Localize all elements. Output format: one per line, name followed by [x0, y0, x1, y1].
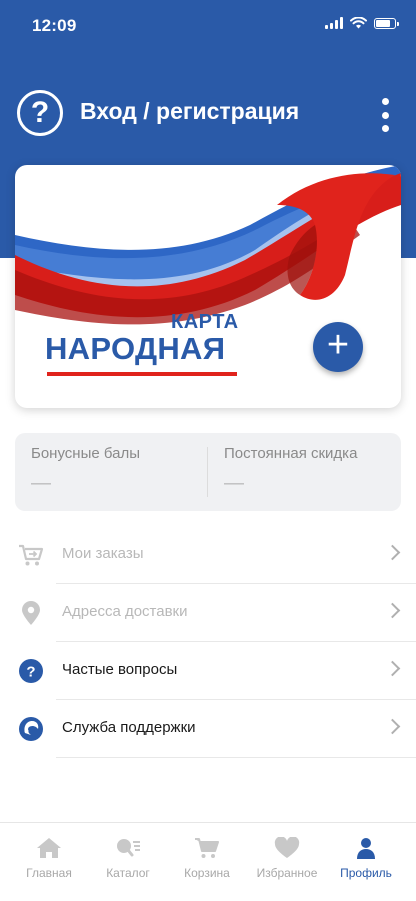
svg-text:?: ?: [26, 664, 35, 681]
profile-menu: Мои заказы Адресса доставки ? Частые воп…: [0, 526, 416, 758]
menu-item-support[interactable]: Служба поддержки: [0, 700, 416, 758]
question-icon: ?: [19, 659, 43, 683]
menu-item-label: Служба поддержки: [62, 719, 196, 736]
tab-home[interactable]: Главная: [9, 837, 89, 880]
ribbon-graphic: [15, 165, 401, 325]
chevron-right-icon: [384, 660, 401, 677]
status-bar: 12:09: [0, 0, 416, 50]
tab-label: Профиль: [340, 866, 392, 880]
catalog-search-icon: [117, 839, 140, 857]
heart-icon: [274, 836, 300, 858]
menu-divider: [56, 757, 416, 758]
bonus-points: Бонусные балы —: [31, 445, 140, 495]
menu-item-label: Адресса доставки: [62, 603, 188, 620]
cart-arrow-icon: [19, 544, 44, 566]
discount: Постоянная скидка —: [224, 445, 357, 495]
bonus-points-value: —: [31, 472, 51, 494]
chevron-right-icon: [384, 718, 401, 735]
tab-favorites[interactable]: Избранное: [247, 836, 327, 880]
cart-icon: [195, 838, 219, 858]
tab-cart[interactable]: Корзина: [167, 837, 247, 880]
chevron-right-icon: [384, 602, 401, 619]
more-menu-icon[interactable]: [378, 98, 392, 132]
page-title[interactable]: Вход / регистрация: [80, 98, 299, 125]
bottom-tab-bar: Главная Каталог Корзина Избранное Профил…: [0, 822, 416, 901]
tab-profile[interactable]: Профиль: [326, 837, 406, 880]
status-time: 12:09: [32, 16, 77, 35]
add-card-button[interactable]: +: [313, 322, 363, 372]
tab-label: Корзина: [184, 866, 230, 880]
help-icon[interactable]: ?: [17, 90, 63, 136]
signal-icon: [325, 17, 343, 29]
menu-item-addresses[interactable]: Адресса доставки: [0, 584, 416, 642]
bonus-divider: [207, 447, 208, 497]
menu-item-label: Мои заказы: [62, 545, 144, 562]
bonus-panel: Бонусные балы — Постоянная скидка —: [15, 433, 401, 511]
chevron-right-icon: [384, 544, 401, 561]
card-underline: [47, 372, 237, 376]
location-pin-icon: [22, 601, 40, 625]
wifi-icon: [350, 17, 367, 29]
tab-label: Главная: [26, 866, 72, 880]
home-icon: [37, 838, 61, 858]
tab-catalog[interactable]: Каталог: [88, 837, 168, 880]
card-brand-name: НАРОДНАЯ: [45, 331, 226, 366]
bonus-points-label: Бонусные балы: [31, 445, 140, 462]
tab-label: Каталог: [106, 866, 150, 880]
loyalty-card[interactable]: КАРТА НАРОДНАЯ +: [15, 165, 401, 408]
support-headset-icon: [19, 717, 43, 741]
status-icons: [325, 17, 399, 29]
user-icon: [357, 838, 375, 859]
battery-icon: [374, 17, 399, 29]
discount-label: Постоянная скидка: [224, 445, 358, 462]
menu-item-label: Частые вопросы: [62, 661, 178, 678]
menu-item-orders[interactable]: Мои заказы: [0, 526, 416, 584]
menu-item-faq[interactable]: ? Частые вопросы: [0, 642, 416, 700]
discount-value: —: [224, 472, 244, 494]
tab-label: Избранное: [256, 866, 318, 880]
